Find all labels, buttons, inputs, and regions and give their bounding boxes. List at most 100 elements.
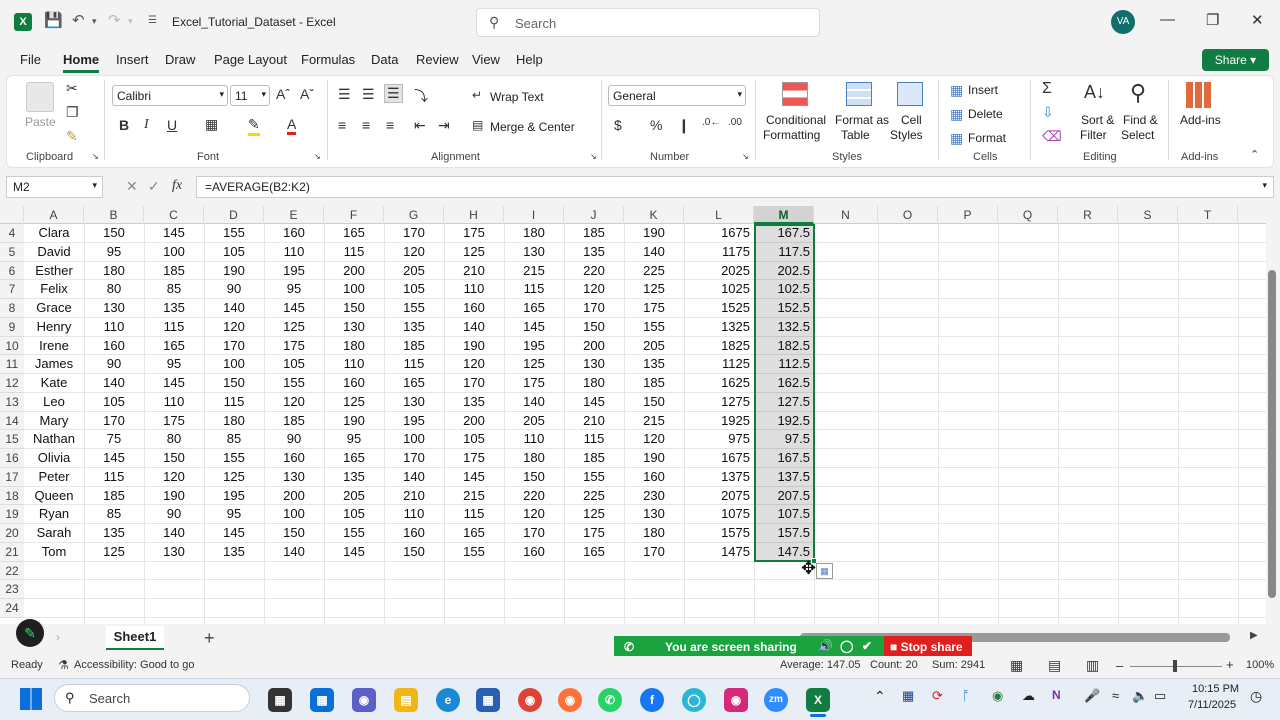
cell[interactable]: 90 [84, 355, 144, 373]
column-header-o[interactable]: O [878, 206, 938, 224]
formula-input[interactable]: =AVERAGE(B2:K2) ▾ [196, 176, 1274, 198]
task-view-icon[interactable]: ▦ [268, 688, 292, 712]
cell[interactable]: 180 [504, 224, 564, 242]
cell[interactable]: 120 [624, 430, 684, 448]
cell[interactable]: 185 [264, 412, 324, 430]
cell[interactable]: 105 [324, 505, 384, 523]
row-header[interactable]: 19 [0, 505, 24, 524]
currency-icon[interactable]: $ [614, 117, 622, 133]
find-select-icon[interactable]: ⚲ [1130, 80, 1146, 106]
accessibility-status[interactable]: Accessibility: Good to go [74, 659, 194, 671]
column-header-a[interactable]: A [24, 206, 84, 224]
cell[interactable]: 170 [84, 412, 144, 430]
cell[interactable]: 175 [264, 337, 324, 355]
row-header[interactable]: 9 [0, 317, 24, 337]
cell[interactable]: 150 [564, 318, 624, 336]
status-average[interactable]: Average: 147.05 [780, 659, 861, 671]
cell[interactable]: 100 [204, 355, 264, 373]
sort-filter-icon[interactable]: A↓ [1084, 82, 1105, 103]
cell[interactable]: 145 [84, 449, 144, 467]
cell[interactable]: 170 [564, 299, 624, 317]
cell[interactable]: 2075 [684, 487, 752, 505]
cell[interactable]: 155 [264, 374, 324, 392]
cell[interactable]: 135 [564, 243, 624, 261]
cell[interactable]: 95 [84, 243, 144, 261]
column-header-e[interactable]: E [264, 206, 324, 224]
cell[interactable]: 85 [84, 505, 144, 523]
cell[interactable]: Irene [24, 337, 84, 355]
cell[interactable]: 175 [144, 412, 204, 430]
cell[interactable]: 150 [384, 543, 444, 561]
alignment-launcher-icon[interactable]: ↘ [590, 152, 597, 161]
search-input[interactable]: ⚲ Search [476, 8, 820, 37]
cell[interactable]: 225 [564, 487, 624, 505]
cell[interactable]: 120 [144, 468, 204, 486]
cell[interactable]: 115 [564, 430, 624, 448]
cell[interactable]: Sarah [24, 524, 84, 542]
cell[interactable]: James [24, 355, 84, 373]
edge-icon[interactable]: e [436, 688, 460, 712]
decrease-decimal-icon[interactable]: .00 [728, 117, 742, 128]
row-header[interactable]: 10 [0, 336, 24, 356]
cell[interactable]: 190 [624, 449, 684, 467]
cell[interactable]: Clara [24, 224, 84, 242]
cell[interactable]: 140 [504, 393, 564, 411]
cell[interactable]: 150 [324, 299, 384, 317]
cell[interactable]: 135 [624, 355, 684, 373]
cell[interactable]: 175 [564, 524, 624, 542]
cell[interactable]: Peter [24, 468, 84, 486]
percent-icon[interactable]: % [650, 117, 662, 133]
tray-expand-icon[interactable]: ⌃ [874, 688, 886, 705]
cell[interactable]: 110 [444, 280, 504, 298]
selection-range[interactable] [754, 224, 815, 562]
cell[interactable]: Felix [24, 280, 84, 298]
cell[interactable]: 130 [144, 543, 204, 561]
cell[interactable]: 140 [144, 524, 204, 542]
borders-icon[interactable]: ▦ [205, 116, 218, 133]
cell[interactable]: Kate [24, 374, 84, 392]
cell[interactable]: 225 [624, 262, 684, 280]
row-header[interactable]: 22 [0, 561, 24, 581]
align-top-icon[interactable]: ☰ [338, 86, 351, 103]
tab-help[interactable]: Help [516, 52, 543, 67]
conditional-formatting-label[interactable]: Conditional [766, 113, 826, 127]
cell[interactable]: Queen [24, 487, 84, 505]
add-ins-button[interactable]: Add-ins [1180, 113, 1221, 127]
cell[interactable]: 155 [204, 449, 264, 467]
cell[interactable]: 135 [84, 524, 144, 542]
column-header-p[interactable]: P [938, 206, 998, 224]
avatar[interactable]: VA [1111, 10, 1135, 34]
microphone-icon[interactable]: 🎤 [1084, 688, 1100, 704]
cell[interactable]: 1625 [684, 374, 752, 392]
defender-icon[interactable]: ◉ [992, 688, 1003, 704]
tab-draw[interactable]: Draw [165, 52, 195, 67]
cell[interactable]: 1025 [684, 280, 752, 298]
cell[interactable]: 125 [324, 393, 384, 411]
cell[interactable]: Henry [24, 318, 84, 336]
cell[interactable]: Grace [24, 299, 84, 317]
cell[interactable]: 130 [324, 318, 384, 336]
column-header-g[interactable]: G [384, 206, 444, 224]
row-header[interactable]: 20 [0, 524, 24, 543]
align-left-icon[interactable]: ≡ [338, 117, 346, 133]
column-header-q[interactable]: Q [998, 206, 1058, 224]
column-header-k[interactable]: K [624, 206, 684, 224]
cell[interactable]: 230 [624, 487, 684, 505]
bold-icon[interactable]: B [119, 117, 129, 133]
volume-icon[interactable]: 🔈 [1132, 688, 1148, 704]
column-header-m[interactable]: M [754, 206, 814, 224]
cut-icon[interactable]: ✂ [66, 80, 78, 97]
cell-styles-icon[interactable] [897, 82, 923, 106]
cell[interactable]: 150 [264, 524, 324, 542]
tab-insert[interactable]: Insert [116, 52, 149, 67]
comma-style-icon[interactable]: ❙ [678, 117, 690, 134]
cell[interactable]: Nathan [24, 430, 84, 448]
minimize-icon[interactable]: — [1160, 11, 1175, 28]
tab-formulas[interactable]: Formulas [301, 52, 355, 67]
cell[interactable]: 145 [264, 299, 324, 317]
row-header[interactable]: 21 [0, 542, 24, 562]
cell[interactable]: 140 [444, 318, 504, 336]
cell[interactable]: 140 [624, 243, 684, 261]
cell[interactable]: 145 [324, 543, 384, 561]
cell[interactable]: 125 [504, 355, 564, 373]
